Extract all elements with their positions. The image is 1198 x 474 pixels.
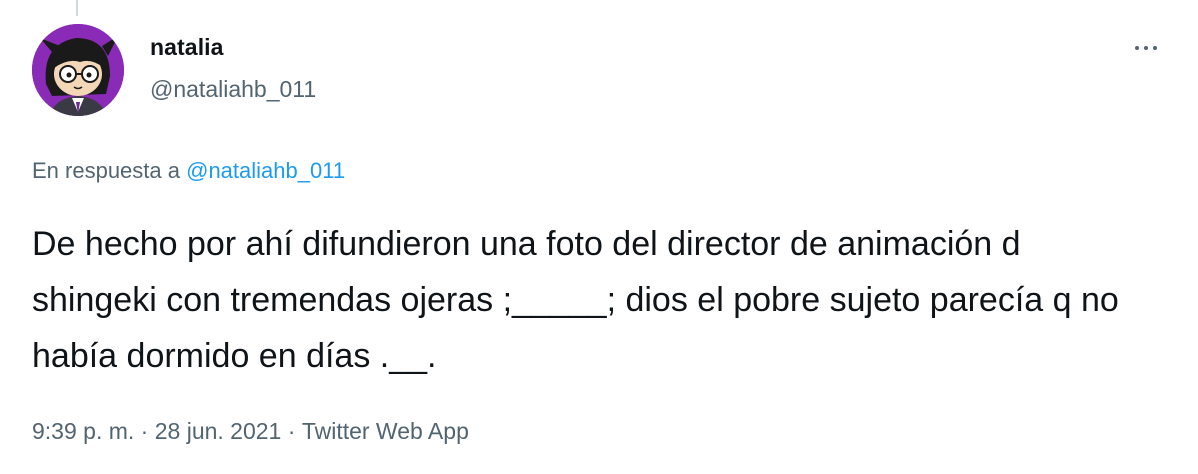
more-horizontal-icon <box>1135 46 1139 50</box>
tweet-metadata: 9:39 p. m. · 28 jun. 2021 · Twitter Web … <box>32 418 469 445</box>
thread-connector-line <box>76 0 78 16</box>
avatar[interactable] <box>32 24 124 116</box>
tweet-source-link[interactable]: Twitter Web App <box>302 418 469 445</box>
tweet-time-link[interactable]: 9:39 p. m. <box>32 418 134 445</box>
reply-prefix: En respuesta a <box>32 158 180 183</box>
more-horizontal-icon <box>1153 46 1157 50</box>
tweet-date-link[interactable]: 28 jun. 2021 <box>155 418 282 445</box>
meta-separator: · <box>281 418 302 444</box>
reply-to-mention-link[interactable]: @nataliahb_011 <box>186 158 345 183</box>
avatar-illustration <box>32 24 124 116</box>
user-handle[interactable]: @nataliahb_011 <box>150 76 316 103</box>
tweet-text: De hecho por ahí difundieron una foto de… <box>32 225 1129 375</box>
reply-context: En respuesta a @nataliahb_011 <box>32 158 345 184</box>
more-horizontal-icon <box>1144 46 1148 50</box>
meta-separator: · <box>134 418 155 444</box>
display-name[interactable]: natalia <box>150 34 224 61</box>
more-options-button[interactable] <box>1122 30 1170 66</box>
